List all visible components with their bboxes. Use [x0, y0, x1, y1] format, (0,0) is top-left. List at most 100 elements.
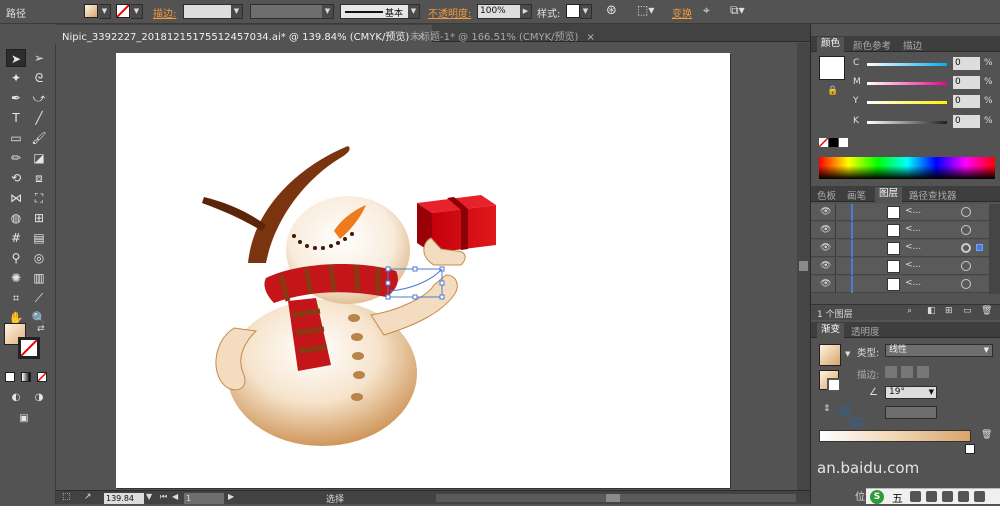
- arrange-icon[interactable]: ⧉▾: [730, 3, 745, 18]
- symbol-sprayer-tool-icon[interactable]: ✺: [6, 269, 26, 287]
- none-swatch[interactable]: [818, 137, 829, 148]
- gradient-slider[interactable]: [819, 430, 971, 442]
- eye-icon[interactable]: 👁: [820, 279, 831, 289]
- target-icon[interactable]: [961, 261, 971, 271]
- eyedropper-tool-icon[interactable]: ⚲: [6, 249, 26, 267]
- ime-mic-icon[interactable]: [942, 491, 953, 502]
- artboard[interactable]: [116, 53, 730, 488]
- scrollbar-thumb[interactable]: [799, 261, 808, 271]
- screen-mode-icon[interactable]: ▣: [14, 410, 34, 428]
- eye-icon[interactable]: 👁: [820, 207, 831, 217]
- tab-document-1[interactable]: Nipic_3392227_20181215175512457034.ai* @…: [56, 25, 432, 43]
- aspect-ratio-field[interactable]: [885, 406, 937, 419]
- stroke-weight-field[interactable]: ▼: [183, 4, 243, 19]
- perspective-grid-tool-icon[interactable]: ⊞: [29, 209, 49, 227]
- ime-emoji-icon[interactable]: [926, 491, 937, 502]
- type-tool-icon[interactable]: T: [6, 109, 26, 127]
- target-icon[interactable]: [961, 243, 971, 253]
- eye-icon[interactable]: 👁: [820, 225, 831, 235]
- layer-row-selected[interactable]: 👁 <...: [811, 240, 989, 257]
- layer-row[interactable]: 👁 <...: [811, 204, 989, 221]
- eye-icon[interactable]: 👁: [820, 243, 831, 253]
- rectangle-tool-icon[interactable]: ▭: [6, 129, 26, 147]
- gradient-stop[interactable]: [965, 444, 975, 454]
- direct-selection-tool-icon[interactable]: ➢: [29, 49, 49, 67]
- ime-punct-icon[interactable]: [910, 491, 921, 502]
- isolate-icon[interactable]: ⌖: [703, 3, 710, 18]
- draw-inside-icon[interactable]: ◑: [29, 389, 49, 407]
- gradient-tool-icon[interactable]: ▤: [29, 229, 49, 247]
- opacity-label[interactable]: 不透明度:: [428, 5, 471, 20]
- trash-icon[interactable]: 🗑: [981, 306, 992, 316]
- trash-icon[interactable]: 🗑: [981, 430, 992, 440]
- shape-builder-tool-icon[interactable]: ◍: [6, 209, 26, 227]
- sogou-ime-icon[interactable]: S: [870, 490, 884, 504]
- pen-tool-icon[interactable]: ✒: [6, 89, 26, 107]
- white-swatch[interactable]: [839, 138, 848, 147]
- mesh-tool-icon[interactable]: #: [6, 229, 26, 247]
- slider-c[interactable]: C 0 %: [853, 57, 993, 70]
- layer-row[interactable]: 👁 <...: [811, 258, 989, 275]
- rotate-tool-icon[interactable]: ⟲: [6, 169, 26, 187]
- gradient-preview[interactable]: [819, 344, 841, 366]
- stroke-option-1[interactable]: [885, 366, 897, 378]
- zoom-field[interactable]: 139.84: [104, 493, 144, 504]
- graph-tool-icon[interactable]: ▥: [29, 269, 49, 287]
- blend-tool-icon[interactable]: ◎: [29, 249, 49, 267]
- color-mode-icon[interactable]: [5, 372, 15, 382]
- page-field[interactable]: 1: [184, 493, 224, 504]
- vertical-scrollbar[interactable]: [797, 43, 810, 490]
- slider-y[interactable]: Y 0 %: [853, 95, 993, 108]
- angle-field[interactable]: 19° ▼: [885, 386, 937, 399]
- fill-dropdown[interactable]: ▼: [99, 4, 111, 19]
- line-tool-icon[interactable]: ╱: [29, 109, 49, 127]
- target-icon[interactable]: [961, 225, 971, 235]
- color-spectrum[interactable]: [819, 157, 995, 179]
- align-icon[interactable]: ⬚▾: [637, 3, 654, 17]
- recolor-icon[interactable]: ⊛: [606, 3, 617, 18]
- tab-gradient[interactable]: 渐变: [817, 323, 845, 338]
- eye-icon[interactable]: 👁: [820, 261, 831, 271]
- tab-transparency[interactable]: 透明度: [851, 324, 880, 338]
- tab-layers[interactable]: 图层: [875, 187, 903, 202]
- tab-swatches[interactable]: 色板: [817, 188, 836, 202]
- style-swatch[interactable]: [566, 4, 580, 18]
- gradient-type-dropdown[interactable]: 线性 ▼: [885, 344, 993, 357]
- ime-skin-icon[interactable]: [974, 491, 985, 502]
- stroke-dropdown[interactable]: ▼: [131, 4, 143, 19]
- paintbrush-tool-icon[interactable]: 🖌: [29, 129, 49, 147]
- black-swatch[interactable]: [829, 138, 838, 147]
- tab-color[interactable]: 颜色: [817, 37, 845, 52]
- prev-page-icon[interactable]: ◀: [172, 492, 178, 501]
- chevron-down-icon[interactable]: ▼: [146, 492, 152, 501]
- stroke-option-3[interactable]: [917, 366, 929, 378]
- pencil-tool-icon[interactable]: ✏: [6, 149, 26, 167]
- chevron-down-icon[interactable]: ▼: [845, 350, 850, 358]
- target-icon[interactable]: [961, 207, 971, 217]
- tab-color-guide[interactable]: 颜色参考: [853, 38, 891, 52]
- draw-mode-icon[interactable]: ◐: [6, 389, 26, 407]
- locate-object-icon[interactable]: ⌕: [907, 306, 912, 316]
- gradient-mode-icon[interactable]: [21, 372, 31, 382]
- layer-row[interactable]: 👁 <...: [811, 222, 989, 239]
- free-transform-tool-icon[interactable]: ⛶: [29, 189, 49, 207]
- selection-tool-icon[interactable]: ➤: [6, 49, 26, 67]
- slider-k[interactable]: K 0 %: [853, 115, 993, 128]
- opacity-field[interactable]: 100% ▶: [477, 4, 532, 19]
- lock-icon[interactable]: 🔒: [827, 86, 838, 96]
- lasso-tool-icon[interactable]: ᘓ: [29, 69, 49, 87]
- snowman-illustration[interactable]: [116, 53, 730, 488]
- transform-link[interactable]: 变换: [672, 5, 692, 20]
- clip-mask-icon[interactable]: ◧: [927, 306, 936, 316]
- stroke-label[interactable]: 描边:: [153, 5, 176, 20]
- layer-row[interactable]: 👁 <...: [811, 276, 989, 293]
- fill-preview[interactable]: [819, 56, 845, 80]
- first-page-icon[interactable]: ⏮: [160, 492, 167, 502]
- eraser-tool-icon[interactable]: ◪: [29, 149, 49, 167]
- status-icon[interactable]: ⬚: [62, 492, 71, 502]
- stroke-swatch[interactable]: [116, 4, 130, 18]
- slider-m[interactable]: M 0 %: [853, 76, 993, 89]
- export-icon[interactable]: ↗: [84, 492, 92, 502]
- scrollbar-thumb[interactable]: [606, 494, 620, 502]
- curvature-tool-icon[interactable]: ⤻: [29, 89, 49, 107]
